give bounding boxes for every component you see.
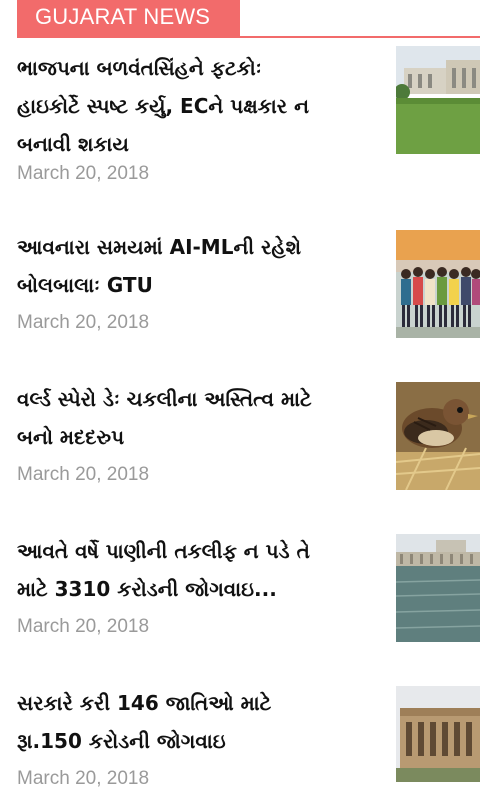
article-title[interactable]: વર્લ્ડ સ્પેરો ડેઃ ચકલીના અસ્તિત્વ માટે બ… xyxy=(17,380,377,456)
article-date: March 20, 2018 xyxy=(17,464,150,485)
section-title[interactable]: GUJARAT NEWS xyxy=(17,0,240,36)
article-title-line: આવતે વર્ષે પાણીની તકલીફ ન પડે તે xyxy=(17,539,310,563)
article-item[interactable]: આવતે વર્ષે પાણીની તકલીફ ન પડે તે માટે 33… xyxy=(0,534,480,644)
article-title[interactable]: સરકારે કરી 146 જાતિઓ માટે રૂા.150 કરોડની… xyxy=(17,684,377,760)
article-date: March 20, 2018 xyxy=(17,312,150,333)
article-thumbnail[interactable] xyxy=(396,686,480,782)
article-title-line: બોલબાલાઃ GTU xyxy=(17,273,153,297)
article-title-line: વર્લ્ડ સ્પેરો ડેઃ ચકલીના અસ્તિત્વ માટે xyxy=(17,387,312,411)
article-title[interactable]: ભાજપના બળવંતસિંહને ફટકોઃ હાઇકોર્ટે સ્પષ્… xyxy=(17,49,377,163)
article-date: March 20, 2018 xyxy=(17,616,150,637)
article-title-line: ભાજપના બળવંતસિંહને ફટકોઃ xyxy=(17,56,262,80)
article-title-line: આવનારા સમયમાં AI-MLની રહેશે xyxy=(17,235,302,259)
article-item[interactable]: સરકારે કરી 146 જાતિઓ માટે રૂા.150 કરોડની… xyxy=(0,684,480,789)
article-title-line: માટે 3310 કરોડની જોગવાઇ... xyxy=(17,577,277,601)
section-divider xyxy=(17,36,480,38)
article-title-line: બનો મદદરુપ xyxy=(17,425,125,449)
article-title-line: સરકારે કરી 146 જાતિઓ માટે xyxy=(17,691,272,715)
article-date: March 20, 2018 xyxy=(17,768,150,789)
article-title[interactable]: આવતે વર્ષે પાણીની તકલીફ ન પડે તે માટે 33… xyxy=(17,532,377,608)
article-thumbnail[interactable] xyxy=(396,230,480,338)
article-item[interactable]: આવનારા સમયમાં AI-MLની રહેશે બોલબાલાઃ GTU… xyxy=(0,230,480,340)
article-item[interactable]: વર્લ્ડ સ્પેરો ડેઃ ચકલીના અસ્તિત્વ માટે બ… xyxy=(0,382,480,492)
article-thumbnail[interactable] xyxy=(396,382,480,490)
article-date: March 20, 2018 xyxy=(17,163,150,184)
article-thumbnail[interactable] xyxy=(396,534,480,642)
section-header: GUJARAT NEWS xyxy=(0,0,480,38)
article-thumbnail[interactable] xyxy=(396,46,480,154)
article-title[interactable]: આવનારા સમયમાં AI-MLની રહેશે બોલબાલાઃ GTU xyxy=(17,228,377,304)
article-item[interactable]: ભાજપના બળવંતસિંહને ફટકોઃ હાઇકોર્ટે સ્પષ્… xyxy=(0,46,480,196)
article-title-line: હાઇકોર્ટે સ્પષ્ટ કર્યુ, ECને પક્ષકાર ન xyxy=(17,94,309,118)
article-title-line: બનાવી શકાય xyxy=(17,132,129,156)
article-title-line: રૂા.150 કરોડની જોગવાઇ xyxy=(17,729,226,753)
